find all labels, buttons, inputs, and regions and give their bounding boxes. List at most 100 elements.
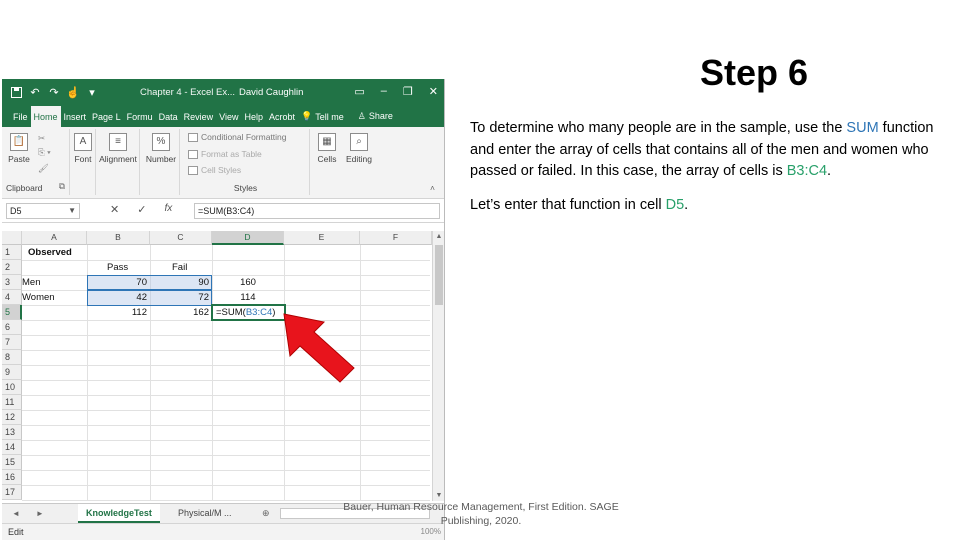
paste-button[interactable]: 📋 Paste [6, 133, 32, 164]
row-header[interactable]: 7 [2, 335, 22, 350]
sheet-tab-knowledgetest[interactable]: KnowledgeTest [78, 504, 160, 523]
row-header[interactable]: 3 [2, 275, 22, 290]
minimize-icon[interactable]: – [381, 85, 387, 98]
customize-dropdown-icon[interactable]: ▾ [86, 86, 98, 99]
cell-b4[interactable]: 42 [87, 290, 150, 305]
sheet-tab-physical[interactable]: Physical/M ... [170, 504, 240, 523]
column-header-e[interactable]: E [284, 231, 360, 245]
dialog-launcher-icon[interactable]: ⧉ [59, 181, 65, 192]
row-header[interactable]: 11 [2, 395, 22, 410]
row-header[interactable]: 4 [2, 290, 22, 305]
name-box[interactable]: D5 ▼ [6, 203, 80, 219]
chevron-down-icon[interactable]: ▼ [68, 204, 76, 218]
insert-function-icon[interactable]: fx [164, 203, 172, 216]
number-button[interactable]: % Number [142, 133, 180, 164]
cells-button[interactable]: ▦ Cells [314, 133, 340, 164]
gridline [22, 260, 430, 261]
row-header[interactable]: 16 [2, 470, 22, 485]
tab-page-layout[interactable]: Page L [89, 112, 124, 127]
conditional-formatting-icon [188, 132, 198, 142]
scroll-up-icon[interactable]: ▲ [433, 233, 444, 240]
group-number: % Number [142, 129, 180, 195]
tab-help[interactable]: Help [241, 112, 266, 127]
cut-icon[interactable]: ✂ [38, 133, 45, 144]
sheet-prev-icon[interactable]: ◄ [12, 509, 20, 518]
cell-d4[interactable]: 114 [212, 290, 284, 305]
add-sheet-icon[interactable]: ⊕ [254, 504, 278, 523]
row-header[interactable]: 2 [2, 260, 22, 275]
row-header[interactable]: 8 [2, 350, 22, 365]
row-header[interactable]: 9 [2, 365, 22, 380]
column-header-a[interactable]: A [22, 231, 87, 245]
gridline [22, 335, 430, 336]
cancel-icon[interactable]: ✕ [110, 203, 119, 216]
tab-file[interactable]: File [10, 112, 31, 127]
tab-review[interactable]: Review [181, 112, 217, 127]
cell-a1[interactable]: Observed [28, 245, 72, 260]
row-header[interactable]: 5 [2, 305, 22, 320]
alignment-button[interactable]: ≡ Alignment [96, 133, 140, 164]
cell-c2[interactable]: Fail [172, 260, 187, 275]
gridline [360, 245, 361, 501]
cell-c3[interactable]: 90 [150, 275, 212, 290]
restore-icon[interactable]: ❐ [403, 85, 413, 98]
conditional-formatting-button[interactable]: Conditional Formatting [188, 132, 287, 142]
collapse-ribbon-icon[interactable]: ˄ [430, 183, 435, 193]
close-icon[interactable]: ✕ [429, 85, 438, 98]
copy-icon[interactable]: ⎘ ▾ [38, 147, 51, 158]
quick-access-toolbar: ↶ ↷ ☝ ▾ [2, 86, 98, 99]
tab-home[interactable]: Home [30, 106, 61, 127]
para2-text-b: . [684, 196, 689, 213]
touch-mode-icon[interactable]: ☝ [66, 86, 80, 99]
column-header-d[interactable]: D [212, 231, 284, 245]
cell-b3[interactable]: 70 [87, 275, 150, 290]
row-header[interactable]: 15 [2, 455, 22, 470]
tab-data[interactable]: Data [156, 112, 181, 127]
editing-button[interactable]: ⌕ Editing [344, 133, 374, 164]
tab-acrobat[interactable]: Acrobt [266, 112, 298, 127]
cell-styles-button[interactable]: Cell Styles [188, 165, 241, 175]
sheet-next-icon[interactable]: ► [36, 509, 44, 518]
worksheet-grid: A B C D E F 1 2 3 4 5 6 7 8 9 10 11 12 1… [2, 231, 444, 503]
row-header[interactable]: 1 [2, 245, 22, 260]
save-icon[interactable] [10, 86, 22, 98]
redo-icon[interactable]: ↷ [48, 86, 60, 99]
undo-icon[interactable]: ↶ [29, 86, 41, 99]
row-header[interactable]: 10 [2, 380, 22, 395]
row-header[interactable]: 14 [2, 440, 22, 455]
name-box-value: D5 [10, 206, 22, 216]
row-header[interactable]: 6 [2, 320, 22, 335]
gridline [22, 365, 430, 366]
cell-c5[interactable]: 162 [150, 305, 212, 320]
user-name[interactable]: David Caughlin [239, 87, 303, 98]
cell-d3[interactable]: 160 [212, 275, 284, 290]
cell-a3[interactable]: Men [22, 275, 40, 290]
font-button[interactable]: A Font [72, 133, 94, 164]
column-header-b[interactable]: B [87, 231, 150, 245]
format-painter-icon[interactable]: 🖌 [38, 163, 49, 174]
tab-formulas[interactable]: Formu [124, 112, 156, 127]
select-all-corner[interactable] [2, 231, 22, 245]
tab-view[interactable]: View [216, 112, 241, 127]
excel-window: ↶ ↷ ☝ ▾ Chapter 4 - Excel Ex... David Ca… [2, 79, 445, 540]
vertical-scrollbar[interactable]: ▲ ▼ [432, 231, 444, 501]
tell-me-box[interactable]: 💡 Tell me [298, 111, 347, 127]
scroll-thumb[interactable] [435, 245, 443, 305]
cell-b2[interactable]: Pass [107, 260, 128, 275]
scroll-down-icon[interactable]: ▼ [433, 492, 444, 499]
row-header[interactable]: 12 [2, 410, 22, 425]
cell-b5[interactable]: 112 [87, 305, 150, 320]
enter-check-icon[interactable]: ✓ [137, 203, 146, 216]
column-header-f[interactable]: F [360, 231, 432, 245]
format-as-table-button[interactable]: Format as Table [188, 149, 262, 159]
cell-c4[interactable]: 72 [150, 290, 212, 305]
share-button[interactable]: ♙ Share [355, 111, 396, 127]
tab-insert[interactable]: Insert [61, 112, 90, 127]
cell-a4[interactable]: Women [22, 290, 55, 305]
formula-input[interactable]: =SUM(B3:C4) [194, 203, 440, 219]
row-header[interactable]: 13 [2, 425, 22, 440]
cell-d5-formula[interactable]: =SUM(B3:C4) [216, 305, 275, 320]
column-header-c[interactable]: C [150, 231, 212, 245]
ribbon-options-icon[interactable]: ▭ [354, 85, 364, 98]
row-header[interactable]: 17 [2, 485, 22, 500]
